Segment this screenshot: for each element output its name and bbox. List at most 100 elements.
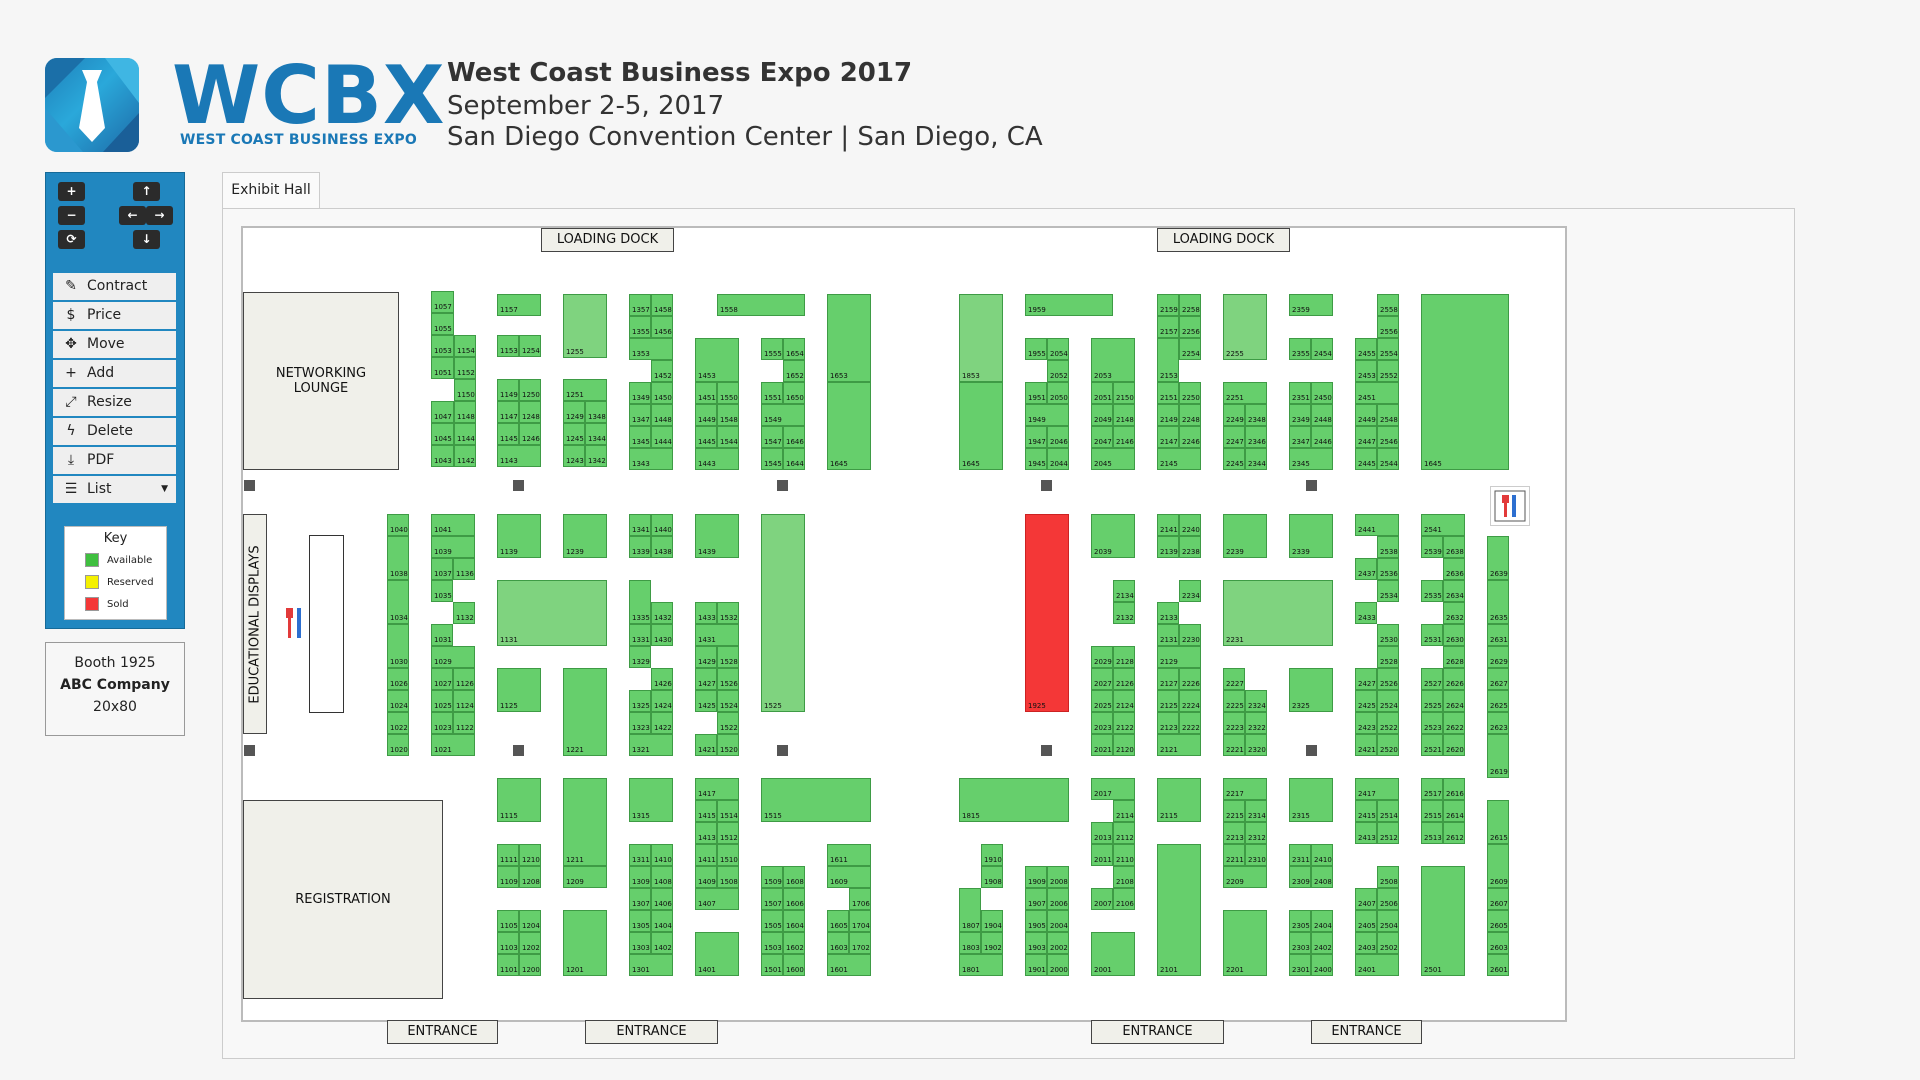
booth-1602[interactable]: 1602 [783, 932, 805, 954]
booth-2400[interactable]: 2400 [1311, 954, 1333, 976]
booth-1111[interactable]: 1111 [497, 844, 519, 866]
booth-2125[interactable]: 2125 [1157, 690, 1179, 712]
booth-1601[interactable]: 1601 [827, 954, 871, 976]
booth-1507[interactable]: 1507 [761, 888, 783, 910]
booth-1349[interactable]: 1349 [629, 382, 651, 404]
booth-2025[interactable]: 2025 [1091, 690, 1113, 712]
booth-2223[interactable]: 2223 [1223, 712, 1245, 734]
booth-1608[interactable]: 1608 [783, 866, 805, 888]
booth-2521[interactable]: 2521 [1421, 734, 1443, 756]
booth-1404[interactable]: 1404 [651, 910, 673, 932]
booth-2023[interactable]: 2023 [1091, 712, 1113, 734]
booth-1023[interactable]: 1023 [431, 712, 453, 734]
booth-1905[interactable]: 1905 [1025, 910, 1047, 932]
booth-1551[interactable]: 1551 [761, 382, 783, 404]
booth-2636[interactable]: 2636 [1443, 558, 1465, 580]
booth-2454[interactable]: 2454 [1311, 338, 1333, 360]
booth-2226[interactable]: 2226 [1179, 668, 1201, 690]
booth-2348[interactable]: 2348 [1245, 404, 1267, 426]
booth-2238[interactable]: 2238 [1179, 536, 1201, 558]
booth-2410[interactable]: 2410 [1311, 844, 1333, 866]
pan-right-button[interactable]: → [146, 206, 173, 225]
booth-2508[interactable]: 2508 [1377, 866, 1399, 888]
booth-2630[interactable]: 2630 [1443, 624, 1465, 646]
booth-1406[interactable]: 1406 [651, 888, 673, 910]
booth-2355[interactable]: 2355 [1289, 338, 1311, 360]
booth-1321[interactable]: 1321 [629, 734, 673, 756]
booth-2522[interactable]: 2522 [1377, 712, 1399, 734]
booth-2605[interactable]: 2605 [1487, 910, 1509, 932]
booth-2415[interactable]: 2415 [1355, 800, 1377, 822]
booth-1409[interactable]: 1409 [695, 866, 717, 888]
booth-2548[interactable]: 2548 [1377, 404, 1399, 426]
booth-2614[interactable]: 2614 [1443, 800, 1465, 822]
booth-1429[interactable]: 1429 [695, 646, 717, 668]
booth-1424[interactable]: 1424 [651, 690, 673, 712]
booth-1421[interactable]: 1421 [695, 734, 717, 756]
booth-2447[interactable]: 2447 [1355, 426, 1377, 448]
booth-1510[interactable]: 1510 [717, 844, 739, 866]
booth-2311[interactable]: 2311 [1289, 844, 1311, 866]
booth-1548[interactable]: 1548 [717, 404, 739, 426]
booth-1801[interactable]: 1801 [959, 954, 1003, 976]
booth-1427[interactable]: 1427 [695, 668, 717, 690]
booth-1341[interactable]: 1341 [629, 514, 651, 536]
booth-1644[interactable]: 1644 [783, 448, 805, 470]
booth-1413[interactable]: 1413 [695, 822, 717, 844]
booth-2527[interactable]: 2527 [1421, 668, 1443, 690]
booth-2627[interactable]: 2627 [1487, 668, 1509, 690]
booth-2251[interactable]: 2251 [1223, 382, 1267, 404]
booth-2347[interactable]: 2347 [1289, 426, 1311, 448]
booth-1303[interactable]: 1303 [629, 932, 651, 954]
booth-2345[interactable]: 2345 [1289, 448, 1333, 470]
booth-2404[interactable]: 2404 [1311, 910, 1333, 932]
pan-down-button[interactable]: ↓ [133, 230, 160, 249]
booth-1505[interactable]: 1505 [761, 910, 783, 932]
booth-2029[interactable]: 2029 [1091, 646, 1113, 668]
booth-1600[interactable]: 1600 [783, 954, 805, 976]
booth-1348[interactable]: 1348 [585, 401, 607, 423]
booth-1558[interactable]: 1558 [717, 294, 805, 316]
booth-1853[interactable]: 1853 [959, 294, 1003, 382]
pan-up-button[interactable]: ↑ [133, 182, 160, 201]
booth-2002[interactable]: 2002 [1047, 932, 1069, 954]
booth-2011[interactable]: 2011 [1091, 844, 1113, 866]
booth-2121[interactable]: 2121 [1157, 734, 1201, 756]
booth-2301[interactable]: 2301 [1289, 954, 1311, 976]
pan-left-button[interactable]: ← [119, 206, 146, 225]
booth-2339[interactable]: 2339 [1289, 514, 1333, 558]
booth-2246[interactable]: 2246 [1179, 426, 1201, 448]
booth-1910[interactable]: 1910 [981, 844, 1003, 866]
booth-2620[interactable]: 2620 [1443, 734, 1465, 756]
booth-1439[interactable]: 1439 [695, 514, 739, 558]
booth-1149[interactable]: 1149 [497, 379, 519, 401]
booth-1246[interactable]: 1246 [519, 423, 541, 445]
booth-2227[interactable]: 2227 [1223, 668, 1245, 690]
booth-2132[interactable]: 2132 [1113, 602, 1135, 624]
booth-2552[interactable]: 2552 [1377, 360, 1399, 382]
booth-1251[interactable]: 1251 [563, 379, 607, 401]
booth-2234[interactable]: 2234 [1179, 580, 1201, 602]
booth-1239[interactable]: 1239 [563, 514, 607, 558]
booth-2408[interactable]: 2408 [1311, 866, 1333, 888]
booth-2525[interactable]: 2525 [1421, 690, 1443, 712]
booth-2512[interactable]: 2512 [1377, 822, 1399, 844]
booth-2530[interactable]: 2530 [1377, 624, 1399, 646]
booth-1053[interactable]: 1053 [431, 335, 454, 357]
booth-1520[interactable]: 1520 [717, 734, 739, 756]
booth-1325[interactable]: 1325 [629, 690, 651, 712]
booth-2230[interactable]: 2230 [1179, 624, 1201, 646]
menu-delete[interactable]: ϟ Delete [53, 418, 176, 447]
booth-2013[interactable]: 2013 [1091, 822, 1113, 844]
booth-1450[interactable]: 1450 [651, 382, 673, 404]
booth-1645[interactable]: 1645 [827, 382, 871, 470]
menu-list[interactable]: ☰ List ▼ [53, 476, 176, 505]
booth-1425[interactable]: 1425 [695, 690, 717, 712]
booth-1025[interactable]: 1025 [431, 690, 453, 712]
booth-2441[interactable]: 2441 [1355, 514, 1399, 536]
booth-1026[interactable]: 1026 [387, 668, 409, 690]
booth-1430[interactable]: 1430 [651, 624, 673, 646]
booth-1401[interactable]: 1401 [695, 932, 739, 976]
booth-2449[interactable]: 2449 [1355, 404, 1377, 426]
booth-1248[interactable]: 1248 [519, 401, 541, 423]
